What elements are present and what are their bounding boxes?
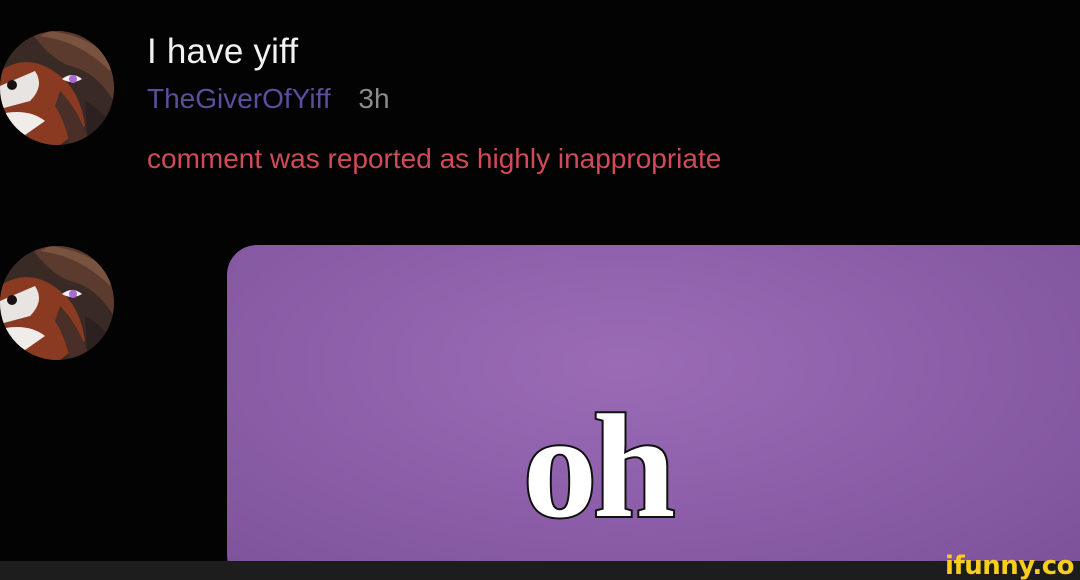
post-author-avatar[interactable] bbox=[0, 31, 114, 145]
fox-avatar-icon bbox=[0, 246, 114, 360]
fox-avatar-icon bbox=[0, 31, 114, 145]
reply-author-avatar[interactable] bbox=[0, 246, 114, 360]
timestamp: 3h bbox=[358, 83, 390, 114]
reply-image[interactable]: oh bbox=[227, 245, 1080, 580]
watermark-bar bbox=[0, 561, 1080, 580]
moderation-notice: comment was reported as highly inappropr… bbox=[147, 143, 722, 174]
post-title: I have yiff bbox=[147, 32, 299, 71]
comment-thread: I have yiff TheGiverOfYiff 3h comment wa… bbox=[0, 0, 1080, 580]
post-meta: TheGiverOfYiff 3h bbox=[147, 82, 390, 116]
ifunny-logo-icon: ifunny.co bbox=[945, 551, 1074, 580]
username-link[interactable]: TheGiverOfYiff bbox=[147, 83, 331, 114]
reply-image-caption: oh bbox=[521, 385, 677, 549]
